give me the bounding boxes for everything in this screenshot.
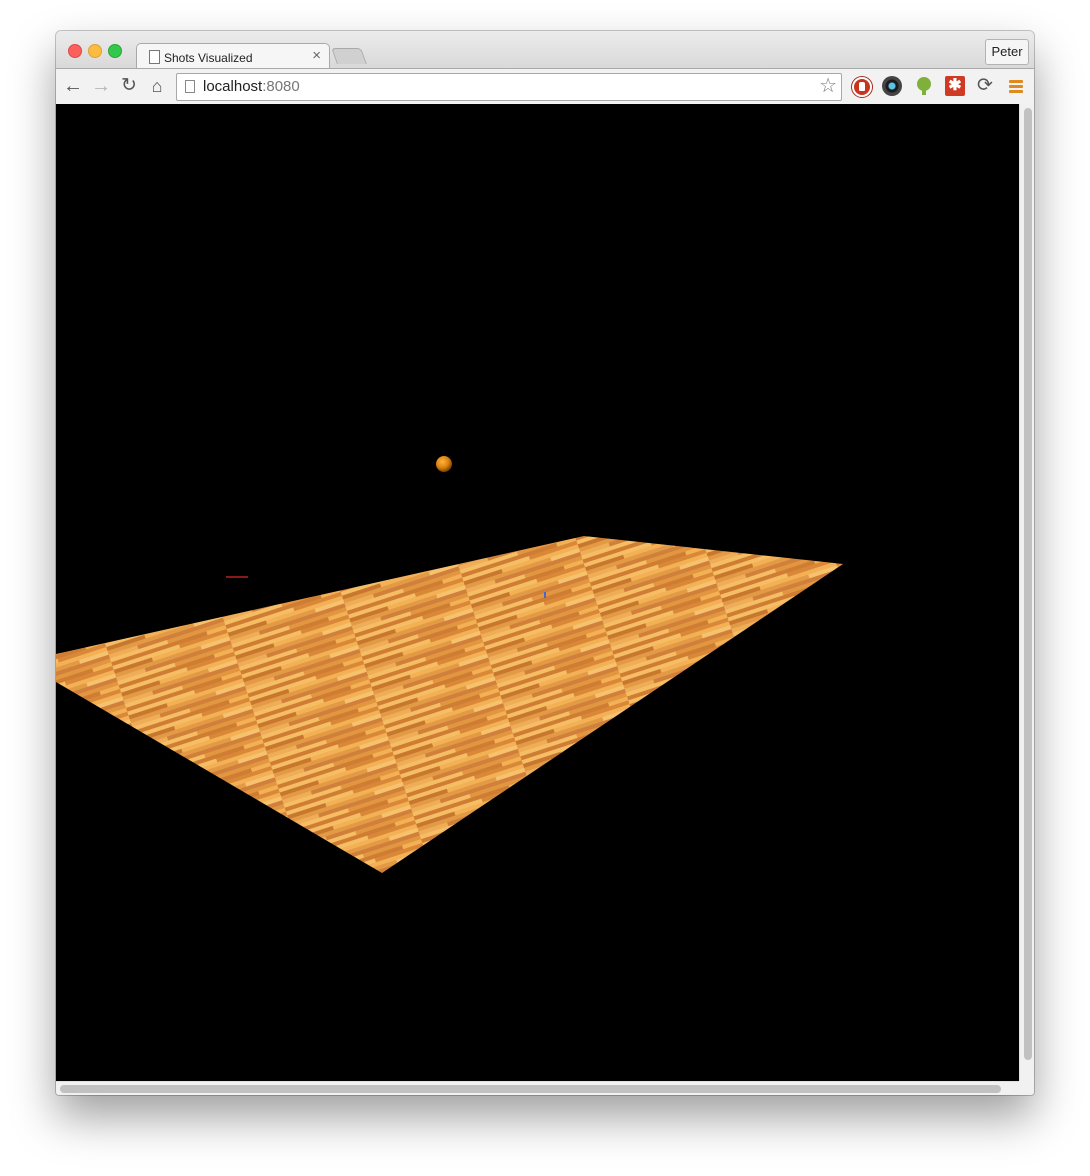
horizontal-scrollbar[interactable] xyxy=(56,1081,1019,1095)
minimize-window-button[interactable] xyxy=(88,44,102,58)
chrome-menu-icon[interactable] xyxy=(1006,76,1026,96)
scrollbar-corner xyxy=(1019,1081,1034,1095)
browser-window: Shots Visualized × Peter ← → ↻ ⌂ localho… xyxy=(56,31,1034,1095)
url-host: localhost xyxy=(203,78,263,95)
hoop-marker xyxy=(226,576,248,578)
vertical-scroll-thumb[interactable] xyxy=(1024,108,1032,1060)
tab-shots-visualized[interactable]: Shots Visualized × xyxy=(136,43,330,70)
close-window-button[interactable] xyxy=(68,44,82,58)
toolbar: ← → ↻ ⌂ localhost:8080 ☆ ✱ ⟳ xyxy=(56,68,1034,106)
reload-button[interactable]: ↻ xyxy=(118,75,140,97)
url-text[interactable]: localhost:8080 xyxy=(203,78,300,95)
new-tab-button[interactable] xyxy=(331,48,367,64)
court-scene xyxy=(56,456,843,873)
shot-marker xyxy=(544,592,546,598)
lens-icon[interactable] xyxy=(882,76,902,96)
horizontal-scroll-thumb[interactable] xyxy=(60,1085,1001,1093)
tab-close-icon[interactable]: × xyxy=(312,47,321,64)
home-button[interactable]: ⌂ xyxy=(146,75,168,97)
title-bar: Shots Visualized × Peter xyxy=(56,31,1034,70)
basketball xyxy=(436,456,452,472)
sync-icon[interactable]: ⟳ xyxy=(975,76,995,96)
page-icon xyxy=(149,50,160,64)
tab-title: Shots Visualized xyxy=(164,51,253,65)
back-button[interactable]: ← xyxy=(62,75,84,97)
page-icon xyxy=(185,80,195,93)
vertical-scrollbar[interactable] xyxy=(1019,104,1034,1081)
lightbulb-icon[interactable] xyxy=(914,76,934,96)
forward-button[interactable]: → xyxy=(90,75,112,97)
maximize-window-button[interactable] xyxy=(108,44,122,58)
webgl-canvas[interactable] xyxy=(56,104,1019,1081)
red-square-icon[interactable]: ✱ xyxy=(945,76,965,96)
address-bar[interactable]: localhost:8080 ☆ xyxy=(176,73,842,101)
adblock-icon[interactable] xyxy=(852,77,872,97)
bookmark-star-icon[interactable]: ☆ xyxy=(819,75,837,97)
url-port: :8080 xyxy=(262,78,300,95)
profile-button[interactable]: Peter xyxy=(985,39,1029,65)
basketball-court-floor xyxy=(56,536,843,873)
